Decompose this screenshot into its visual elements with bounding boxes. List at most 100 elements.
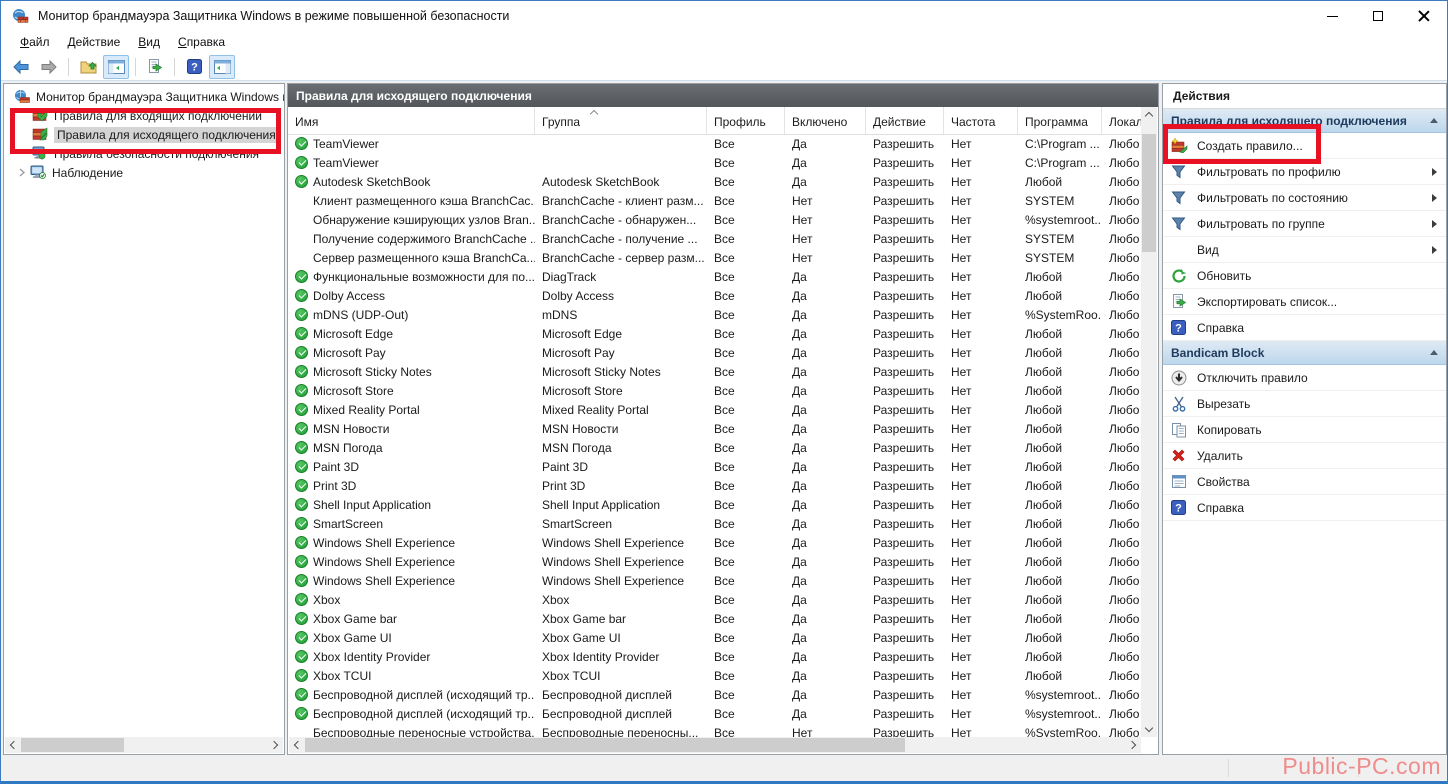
table-row[interactable]: MSN ПогодаMSN ПогодаВсеДаРазрешитьНетЛюб… bbox=[288, 438, 1142, 457]
console-tree-toggle-button[interactable] bbox=[103, 55, 129, 79]
action-item-копировать[interactable]: Копировать bbox=[1163, 417, 1446, 443]
scroll-left-arrow[interactable] bbox=[5, 737, 21, 753]
collapse-arrow-icon[interactable] bbox=[1430, 118, 1438, 123]
actions-panel: Действия Правила для исходящего подключе… bbox=[1162, 83, 1447, 755]
column-header-profile[interactable]: Профиль bbox=[707, 107, 785, 134]
minimize-button[interactable] bbox=[1309, 1, 1355, 31]
action-item-фильтровать-по-состоянию[interactable]: Фильтровать по состоянию bbox=[1163, 185, 1446, 211]
menu-view[interactable]: Вид bbox=[129, 33, 169, 51]
scroll-thumb[interactable] bbox=[305, 738, 905, 752]
table-row[interactable]: Shell Input ApplicationShell Input Appli… bbox=[288, 495, 1142, 514]
table-row[interactable]: Windows Shell ExperienceWindows Shell Ex… bbox=[288, 552, 1142, 571]
back-button[interactable] bbox=[8, 55, 34, 79]
table-row[interactable]: Microsoft EdgeMicrosoft EdgeВсеДаРазреши… bbox=[288, 324, 1142, 343]
help-button[interactable]: ? bbox=[181, 55, 207, 79]
action-item-фильтровать-по-профилю[interactable]: Фильтровать по профилю bbox=[1163, 159, 1446, 185]
action-item-вид[interactable]: Вид bbox=[1163, 237, 1446, 263]
close-button[interactable] bbox=[1401, 1, 1447, 31]
toolbar-separator bbox=[135, 58, 136, 76]
action-item-создать-правило[interactable]: Создать правило... bbox=[1163, 133, 1446, 159]
action-item-обновить[interactable]: Обновить bbox=[1163, 263, 1446, 289]
export-list-button[interactable] bbox=[142, 55, 168, 79]
table-row[interactable]: Xbox Game UIXbox Game UIВсеДаРазрешитьНе… bbox=[288, 628, 1142, 647]
menu-help[interactable]: Справка bbox=[169, 33, 234, 51]
column-header-program[interactable]: Программа bbox=[1018, 107, 1102, 134]
action-item-отключить-правило[interactable]: Отключить правило bbox=[1163, 365, 1446, 391]
table-row[interactable]: Paint 3DPaint 3DВсеДаРазрешитьНетЛюбойЛю… bbox=[288, 457, 1142, 476]
menu-file[interactable]: Файл bbox=[11, 33, 59, 51]
table-row[interactable]: MSN НовостиMSN НовостиВсеДаРазрешитьНетЛ… bbox=[288, 419, 1142, 438]
forward-button[interactable] bbox=[36, 55, 62, 79]
table-row[interactable]: Windows Shell ExperienceWindows Shell Ex… bbox=[288, 571, 1142, 590]
tree-root-firewall-monitor[interactable]: Монитор брандмауэра Защитника Windows в bbox=[4, 87, 284, 106]
scroll-down-arrow[interactable] bbox=[1141, 721, 1157, 737]
rule-name: Windows Shell Experience bbox=[313, 555, 455, 569]
table-row[interactable]: Обнаружение кэширующих узлов Bran...Bran… bbox=[288, 210, 1142, 229]
tree-horizontal-scrollbar[interactable] bbox=[5, 737, 283, 753]
table-row[interactable]: Сервер размещенного кэша BranchCa...Bran… bbox=[288, 248, 1142, 267]
table-row[interactable]: Беспроводной дисплей (исходящий тр...Бес… bbox=[288, 704, 1142, 723]
scroll-thumb[interactable] bbox=[21, 738, 124, 752]
tree-item-outbound-rules[interactable]: Правила для исходящего подключения bbox=[4, 125, 284, 144]
table-row[interactable]: TeamViewerВсеДаРазрешитьНетC:\Program ..… bbox=[288, 134, 1142, 153]
scroll-left-arrow[interactable] bbox=[289, 737, 305, 753]
up-level-button[interactable] bbox=[75, 55, 101, 79]
tree-item-connection-security-rules[interactable]: Правила безопасности подключения bbox=[4, 144, 284, 163]
table-row[interactable]: Xbox Game barXbox Game barВсеДаРазрешить… bbox=[288, 609, 1142, 628]
list-vertical-scrollbar[interactable] bbox=[1141, 107, 1157, 737]
table-row[interactable]: Print 3DPrint 3DВсеДаРазрешитьНетЛюбойЛю… bbox=[288, 476, 1142, 495]
tree-item-inbound-rules[interactable]: Правила для входящих подключений bbox=[4, 106, 284, 125]
table-row[interactable]: Получение содержимого BranchCache ...Bra… bbox=[288, 229, 1142, 248]
table-row[interactable]: Клиент размещенного кэша BranchCac...Bra… bbox=[288, 191, 1142, 210]
table-row[interactable]: Беспроводной дисплей (исходящий тр...Бес… bbox=[288, 685, 1142, 704]
table-row[interactable]: Беспроводные переносные устройства...Бес… bbox=[288, 723, 1142, 737]
table-row[interactable]: mDNS (UDP-Out)mDNSВсеДаРазрешитьНет%Syst… bbox=[288, 305, 1142, 324]
table-row[interactable]: Microsoft StoreMicrosoft StoreВсеДаРазре… bbox=[288, 381, 1142, 400]
column-header-group[interactable]: Группа bbox=[535, 107, 707, 134]
scroll-thumb[interactable] bbox=[1142, 134, 1156, 252]
action-pane-toggle-button[interactable] bbox=[209, 55, 235, 79]
column-header-local[interactable]: Локал bbox=[1102, 107, 1142, 134]
tree-item-label: Правила для входящих подключений bbox=[54, 109, 262, 123]
list-horizontal-scrollbar[interactable] bbox=[289, 737, 1141, 753]
column-header-enabled[interactable]: Включено bbox=[785, 107, 866, 134]
rule-enabled-icon bbox=[295, 365, 308, 378]
table-row[interactable]: XboxXboxВсеДаРазрешитьНетЛюбойЛюбо bbox=[288, 590, 1142, 609]
action-item-экспортировать-список[interactable]: Экспортировать список... bbox=[1163, 289, 1446, 315]
action-item-удалить[interactable]: Удалить bbox=[1163, 443, 1446, 469]
table-row[interactable]: Windows Shell ExperienceWindows Shell Ex… bbox=[288, 533, 1142, 552]
scroll-up-arrow[interactable] bbox=[1141, 107, 1157, 123]
scroll-right-arrow[interactable] bbox=[1125, 737, 1141, 753]
table-row[interactable]: Dolby AccessDolby AccessВсеДаРазрешитьНе… bbox=[288, 286, 1142, 305]
maximize-button[interactable] bbox=[1355, 1, 1401, 31]
column-header-freq[interactable]: Частота bbox=[944, 107, 1018, 134]
table-row[interactable]: Microsoft PayMicrosoft PayВсеДаРазрешить… bbox=[288, 343, 1142, 362]
action-item-справка[interactable]: ?Справка bbox=[1163, 315, 1446, 341]
collapse-arrow-icon[interactable] bbox=[1430, 350, 1438, 355]
expand-chevron-icon[interactable] bbox=[14, 166, 30, 180]
actions-section-header-bandicam[interactable]: Bandicam Block bbox=[1163, 341, 1446, 365]
column-header-name[interactable]: Имя bbox=[288, 107, 535, 134]
table-row[interactable]: TeamViewerВсеДаРазрешитьНетC:\Program ..… bbox=[288, 153, 1142, 172]
action-item-свойства[interactable]: Свойства bbox=[1163, 469, 1446, 495]
rule-cell: Да bbox=[785, 422, 866, 436]
action-item-справка[interactable]: ?Справка bbox=[1163, 495, 1446, 521]
table-row[interactable]: Xbox Identity ProviderXbox Identity Prov… bbox=[288, 647, 1142, 666]
rule-cell: Все bbox=[707, 536, 785, 550]
column-header-action[interactable]: Действие bbox=[866, 107, 944, 134]
action-item-вырезать[interactable]: Вырезать bbox=[1163, 391, 1446, 417]
rule-cell: Нет bbox=[944, 574, 1018, 588]
table-row[interactable]: Microsoft Sticky NotesMicrosoft Sticky N… bbox=[288, 362, 1142, 381]
table-row[interactable]: Функциональные возможности для по...Diag… bbox=[288, 267, 1142, 286]
tree-item-monitoring[interactable]: Наблюдение bbox=[4, 163, 284, 182]
table-row[interactable]: Autodesk SketchBookAutodesk SketchBookВс… bbox=[288, 172, 1142, 191]
table-row[interactable]: SmartScreenSmartScreenВсеДаРазрешитьНетЛ… bbox=[288, 514, 1142, 533]
rule-cell: Разрешить bbox=[866, 403, 944, 417]
action-item-фильтровать-по-группе[interactable]: Фильтровать по группе bbox=[1163, 211, 1446, 237]
table-row[interactable]: Mixed Reality PortalMixed Reality Portal… bbox=[288, 400, 1142, 419]
menu-action[interactable]: Действие bbox=[59, 33, 130, 51]
rule-cell: Любой bbox=[1018, 574, 1102, 588]
actions-section-header-outbound[interactable]: Правила для исходящего подключения bbox=[1163, 109, 1446, 133]
table-row[interactable]: Xbox TCUIXbox TCUIВсеДаРазрешитьНетЛюбой… bbox=[288, 666, 1142, 685]
scroll-right-arrow[interactable] bbox=[267, 737, 283, 753]
